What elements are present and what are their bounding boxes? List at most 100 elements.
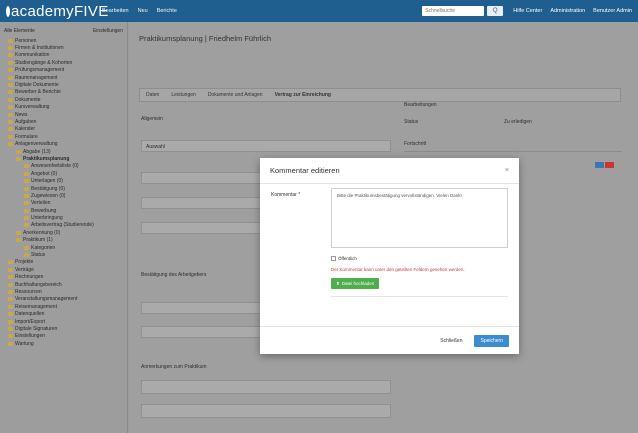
sidebar-header-right[interactable]: Einstellungen	[93, 28, 123, 34]
sidebar-item[interactable]: Veranstaltungsmanagement	[4, 296, 123, 303]
tab-vertrag[interactable]: Vertrag zur Einreichung	[275, 92, 331, 98]
sidebar-item[interactable]: Prüfungsmanagement	[4, 67, 123, 74]
folder-icon	[8, 38, 13, 43]
sidebar-item[interactable]: Arbeitsvertrag (Studierende)	[4, 222, 123, 229]
sidebar-item[interactable]: Rechnungen	[4, 274, 123, 281]
sidebar-item[interactable]: News	[4, 111, 123, 118]
sidebar-item[interactable]: Anwesenheitsliste (0)	[4, 163, 123, 170]
input-field[interactable]	[141, 404, 391, 418]
sidebar-item[interactable]: Kursverwaltung	[4, 104, 123, 111]
sidebar-item[interactable]: Unterbringung	[4, 214, 123, 221]
tab-daten[interactable]: Daten	[146, 92, 159, 98]
folder-icon	[8, 142, 13, 147]
sidebar-item[interactable]: Digitale Signaturen	[4, 325, 123, 332]
nav-item[interactable]: Bearbeiten	[102, 8, 129, 14]
sidebar-item[interactable]: Personen	[4, 37, 123, 44]
sidebar-item[interactable]: Bewerbung	[4, 207, 123, 214]
admin-link[interactable]: Administration	[550, 8, 585, 14]
sidebar-item[interactable]: Datenquellen	[4, 310, 123, 317]
sidebar-item-label: Bewerbung	[31, 207, 57, 214]
folder-icon	[24, 253, 29, 258]
sidebar-item[interactable]: Abgabe (13)	[4, 148, 123, 155]
sidebar-item[interactable]: Buchhaltungsbereich	[4, 281, 123, 288]
modal-footer: Schließen Speichern	[260, 326, 519, 354]
close-icon[interactable]: ×	[505, 167, 509, 174]
nav-item[interactable]: Neu	[138, 8, 148, 14]
sidebar-item[interactable]: Praktikum (1)	[4, 237, 123, 244]
search-button[interactable]: Q	[487, 6, 504, 16]
sidebar-item[interactable]: Verträge	[4, 266, 123, 273]
public-checkbox[interactable]	[331, 256, 336, 261]
sidebar-item-label: Bewerber & Berichte	[15, 89, 61, 96]
help-link[interactable]: Hilfe Center	[513, 8, 542, 14]
search-input[interactable]	[422, 6, 485, 16]
sidebar-item-label: Verteilen	[31, 200, 51, 207]
sidebar-item-label: Import/Export	[15, 318, 46, 325]
sidebar-item[interactable]: Unterlagen (0)	[4, 177, 123, 184]
sidebar-item[interactable]: Status	[4, 251, 123, 258]
sidebar-item[interactable]: Kommunikation	[4, 52, 123, 59]
sidebar-item[interactable]: Aufgaben	[4, 118, 123, 125]
divider	[404, 151, 622, 152]
sidebar-item-label: Status	[31, 252, 46, 259]
sidebar-item-label: Personen	[15, 37, 37, 44]
sidebar-item[interactable]: Anlagenverwaltung	[4, 140, 123, 147]
sidebar-item[interactable]: Reisemanagement	[4, 303, 123, 310]
sidebar-item[interactable]: Formulare	[4, 133, 123, 140]
select-field[interactable]: Auswahl	[141, 140, 391, 152]
tab-leistungen[interactable]: Leistungen	[171, 92, 195, 98]
folder-icon	[8, 341, 13, 346]
folder-icon	[24, 179, 29, 184]
sidebar-header-left[interactable]: Alle Elemente	[4, 28, 35, 34]
sidebar-item[interactable]: Verteilen	[4, 200, 123, 207]
sidebar-item[interactable]: Kategorien	[4, 244, 123, 251]
sidebar-item[interactable]: Anerkennung (0)	[4, 229, 123, 236]
sidebar-item[interactable]: Dokumente	[4, 96, 123, 103]
cancel-button[interactable]: Schließen	[436, 335, 466, 347]
sidebar-item[interactable]: Studiengänge & Kohorten	[4, 59, 123, 66]
sidebar-item-label: Kalender	[15, 126, 36, 133]
folder-icon	[8, 334, 13, 339]
sidebar-item-label: Aufgaben	[15, 118, 37, 125]
sidebar-item[interactable]: Projekte	[4, 259, 123, 266]
sidebar-item[interactable]: Angebot (0)	[4, 170, 123, 177]
comment-textarea[interactable]: Bitte die Praktikumsbestätigung vervolls…	[331, 188, 508, 248]
save-button[interactable]: Speichern	[474, 334, 509, 347]
sidebar-item[interactable]: Wartung	[4, 340, 123, 347]
sidebar-item[interactable]: Praktikumsplanung	[4, 155, 123, 162]
top-right-menu: Hilfe Center Administration Benutzer Adm…	[513, 8, 632, 14]
sidebar-item[interactable]: Bewerber & Berichte	[4, 89, 123, 96]
folder-icon	[8, 289, 13, 294]
folder-icon	[24, 245, 29, 250]
page-title: Praktikumsplanung | Friedhelm Führlich	[139, 34, 272, 43]
top-nav: Bearbeiten Neu Berichte	[102, 8, 177, 14]
sidebar-item-label: Veranstaltungsmanagement	[15, 296, 78, 303]
sidebar-item-label: Abgabe (13)	[23, 148, 51, 155]
sidebar-item[interactable]: Digitale Dokumente	[4, 81, 123, 88]
user-menu[interactable]: Benutzer Admin	[593, 8, 632, 14]
section-label: Allgemein	[141, 116, 163, 122]
input-field[interactable]	[141, 380, 391, 394]
sidebar-item[interactable]: Ressourcen	[4, 288, 123, 295]
sidebar-item[interactable]: Bestätigung (0)	[4, 185, 123, 192]
sidebar-item[interactable]: Firmen & Institutionen	[4, 44, 123, 51]
app-logo[interactable]: academyFIVE	[6, 3, 108, 20]
badge-blue[interactable]	[595, 162, 604, 168]
sidebar-item[interactable]: Zugewiesen (0)	[4, 192, 123, 199]
sidebar-item-label: Anlagenverwaltung	[15, 141, 58, 148]
sidebar-item[interactable]: Import/Export	[4, 318, 123, 325]
sidebar-header: Alle Elemente Einstellungen	[4, 28, 123, 34]
sidebar-item[interactable]: Raummanagement	[4, 74, 123, 81]
sidebar-item-label: Unterlagen (0)	[31, 178, 63, 185]
folder-icon	[24, 164, 29, 169]
nav-item[interactable]: Berichte	[157, 8, 177, 14]
upload-button[interactable]: ⬆ Datei hochladen	[331, 278, 380, 289]
sidebar-item-label: Anwesenheitsliste (0)	[31, 163, 79, 170]
folder-icon	[16, 149, 21, 154]
sidebar-item-label: Formulare	[15, 133, 38, 140]
tab-dokumente[interactable]: Dokumente und Anlagen	[208, 92, 263, 98]
badge-red[interactable]	[605, 162, 614, 168]
sidebar-item[interactable]: Einstellungen	[4, 333, 123, 340]
sidebar-item[interactable]: Kalender	[4, 126, 123, 133]
sidebar-item-label: Kategorien	[31, 244, 56, 251]
